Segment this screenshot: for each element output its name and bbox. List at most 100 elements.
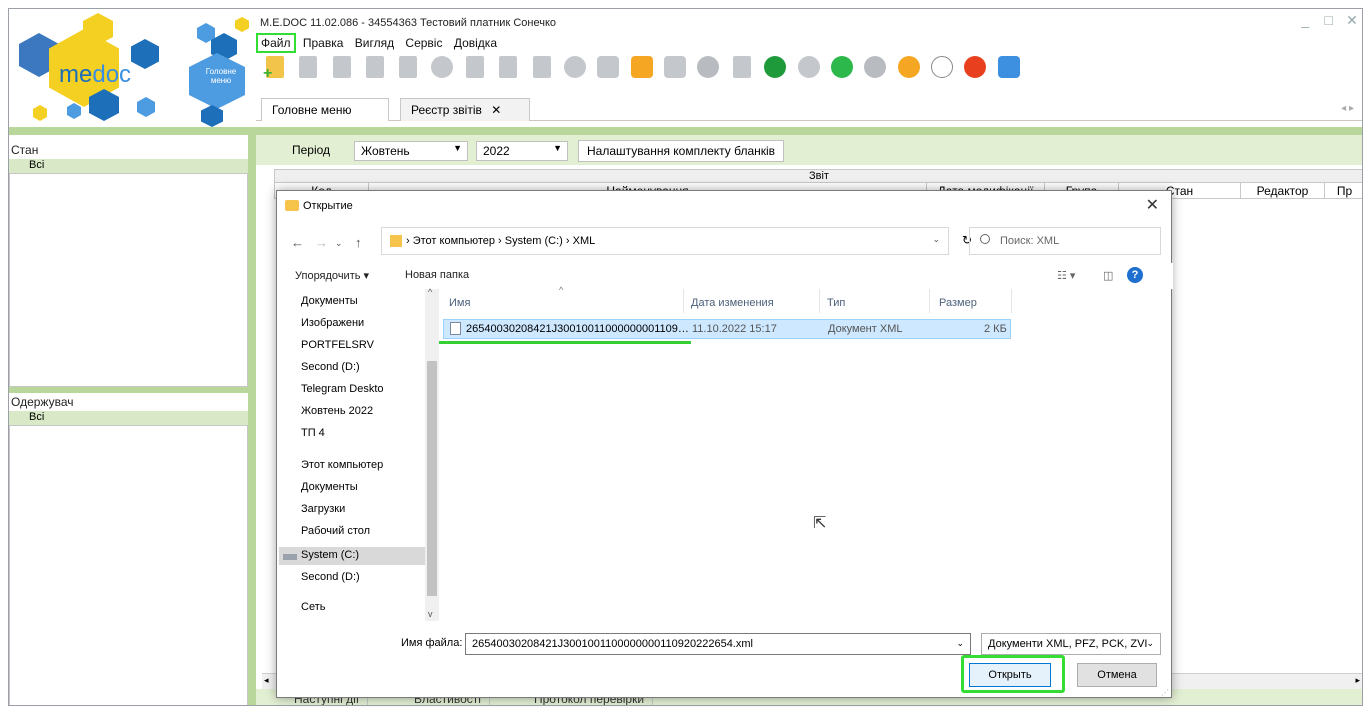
message-icon[interactable] <box>961 53 989 81</box>
forward-icon[interactable]: → <box>315 235 328 250</box>
envelope-icon[interactable] <box>628 53 656 81</box>
col-date-header[interactable]: Дата изменения <box>691 297 774 309</box>
scroll-right-icon[interactable]: ▸ <box>1355 675 1360 686</box>
list-remove-icon[interactable] <box>528 53 556 81</box>
back-icon[interactable]: ← <box>291 235 304 250</box>
search-input[interactable]: Поиск: XML <box>969 227 1161 255</box>
recent-dropdown-icon[interactable]: ⌄ <box>335 238 343 249</box>
file-size: 2 КБ <box>984 323 1007 335</box>
preview-icon[interactable] <box>561 53 589 81</box>
nav-item-documents[interactable]: Документы <box>301 295 427 307</box>
nav-scrollbar[interactable]: ^ v <box>425 287 439 621</box>
breadcrumb-this-pc[interactable]: Этот компьютер <box>413 235 495 247</box>
minimize-icon[interactable]: _ <box>1295 11 1315 29</box>
menu-help[interactable]: Довідка <box>450 34 501 52</box>
nav-item-second-d[interactable]: Second (D:) <box>301 361 427 373</box>
nav-scroll-thumb[interactable] <box>427 361 437 596</box>
nav-item-network[interactable]: Сеть <box>301 601 427 613</box>
filename-value: 26540030208421J3001001100000000110920222… <box>472 638 753 650</box>
tools-icon[interactable] <box>795 53 823 81</box>
filetype-select[interactable]: Документи XML, PFZ, PCK, ZVI ⌄ <box>981 633 1161 655</box>
mail-check-icon[interactable] <box>761 53 789 81</box>
nav-item-tp4[interactable]: ТП 4 <box>301 427 427 439</box>
filename-input[interactable]: 26540030208421J3001001100000000110920222… <box>465 633 971 655</box>
open-button[interactable]: Открыть <box>969 663 1051 687</box>
new-folder-button[interactable]: Новая папка <box>405 269 469 281</box>
list-edit-icon[interactable] <box>494 53 522 81</box>
column-separator[interactable] <box>1011 289 1012 313</box>
tab-scroll-arrows[interactable]: ◂ ▸ <box>1341 103 1354 114</box>
breadcrumb-system-c[interactable]: System (C:) <box>505 235 563 247</box>
col-type-header[interactable]: Тип <box>827 297 845 309</box>
scroll-left-icon[interactable]: ◂ <box>264 675 269 686</box>
send-icon[interactable] <box>428 53 456 81</box>
archive-icon[interactable] <box>661 53 689 81</box>
refresh-icon[interactable] <box>828 53 856 81</box>
tab-close-icon[interactable]: ✕ <box>491 103 501 117</box>
col-size-header[interactable]: Размер <box>939 297 977 309</box>
column-separator[interactable] <box>929 289 930 313</box>
new-document-icon[interactable]: + <box>261 53 289 82</box>
recipient-all-item[interactable]: Всі <box>9 411 248 425</box>
nav-label: ТП 4 <box>301 427 325 439</box>
nav-item-telegram[interactable]: Telegram Deskto <box>301 383 427 395</box>
nav-item-portfelsrv[interactable]: PORTFELSRV <box>301 339 427 351</box>
list-icon[interactable] <box>461 53 489 81</box>
view-options-icon[interactable]: ☷ ▾ <box>1057 269 1075 282</box>
nav-item-second-d-2[interactable]: Second (D:) <box>301 571 427 583</box>
nav-item-system-c[interactable]: System (C:) <box>279 547 426 565</box>
chevron-down-icon[interactable]: ⌄ <box>932 234 940 245</box>
checklist-icon[interactable] <box>728 53 756 81</box>
cancel-button[interactable]: Отмена <box>1077 663 1157 687</box>
nav-item-pictures[interactable]: Изображени <box>301 317 427 329</box>
state-all-item[interactable]: Всі <box>9 159 248 173</box>
state-list <box>9 173 248 387</box>
nav-item-downloads[interactable]: Загрузки <box>301 503 427 515</box>
file-row[interactable]: 26540030208421J30010011000000001109… 11.… <box>443 319 1011 339</box>
chevron-down-icon[interactable]: ⌄ <box>956 638 964 649</box>
column-separator[interactable] <box>819 289 820 313</box>
open-document-icon[interactable] <box>294 53 322 81</box>
main-menu-badge[interactable]: Головне меню <box>201 67 241 85</box>
help-icon[interactable] <box>895 53 923 81</box>
year-select[interactable]: 2022 ▼ <box>476 141 568 161</box>
film-icon[interactable] <box>995 53 1023 81</box>
tab-report-registry[interactable]: Реєстр звітів ✕ <box>400 98 530 121</box>
green-band <box>9 127 1362 135</box>
resize-grip-icon[interactable]: ⋰ <box>1161 688 1169 697</box>
breadcrumb-xml[interactable]: XML <box>573 235 596 247</box>
col-extra[interactable]: Пр <box>1324 183 1362 199</box>
up-icon[interactable]: ↑ <box>355 235 362 250</box>
address-bar[interactable]: › Этот компьютер › System (C:) › XML ⌄ <box>381 227 949 255</box>
settings-icon[interactable] <box>694 53 722 81</box>
scroll-up-icon[interactable]: ^ <box>428 287 432 297</box>
copy-document-icon[interactable] <box>361 53 389 81</box>
menu-edit[interactable]: Правка <box>299 34 348 52</box>
scroll-down-icon[interactable]: v <box>428 609 433 619</box>
nav-item-documents-2[interactable]: Документы <box>301 481 427 493</box>
menu-view[interactable]: Вигляд <box>351 34 398 52</box>
month-select[interactable]: Жовтень ▼ <box>354 141 468 161</box>
close-icon[interactable]: ✕ <box>1342 11 1362 29</box>
nav-item-this-pc[interactable]: Этот компьютер <box>301 459 427 471</box>
menu-service[interactable]: Сервіс <box>401 34 446 52</box>
close-icon[interactable]: ✕ <box>1146 195 1159 215</box>
print-icon[interactable] <box>594 53 622 81</box>
delete-document-icon[interactable] <box>328 53 356 81</box>
nav-item-desktop[interactable]: Рабочий стол <box>301 525 427 537</box>
help-icon[interactable]: ? <box>1127 267 1143 283</box>
col-editor[interactable]: Редактор <box>1240 183 1324 199</box>
tab-main-menu-label: Головне меню <box>272 103 352 117</box>
form-set-settings-button[interactable]: Налаштування комплекту бланків <box>578 140 785 162</box>
maximize-icon[interactable]: □ <box>1319 11 1339 29</box>
verify-icon[interactable] <box>861 53 889 81</box>
organize-button[interactable]: Упорядочить ▾ <box>295 269 369 282</box>
col-name-header[interactable]: Имя <box>449 297 470 309</box>
nav-item-october-2022[interactable]: Жовтень 2022 <box>301 405 427 417</box>
edit-document-icon[interactable] <box>394 53 422 81</box>
menu-file[interactable]: Файл <box>256 33 296 53</box>
column-separator[interactable] <box>683 289 684 313</box>
preview-pane-icon[interactable]: ◫ <box>1103 269 1113 282</box>
chat-help-icon[interactable] <box>928 53 956 81</box>
tab-main-menu[interactable]: Головне меню <box>261 98 389 121</box>
